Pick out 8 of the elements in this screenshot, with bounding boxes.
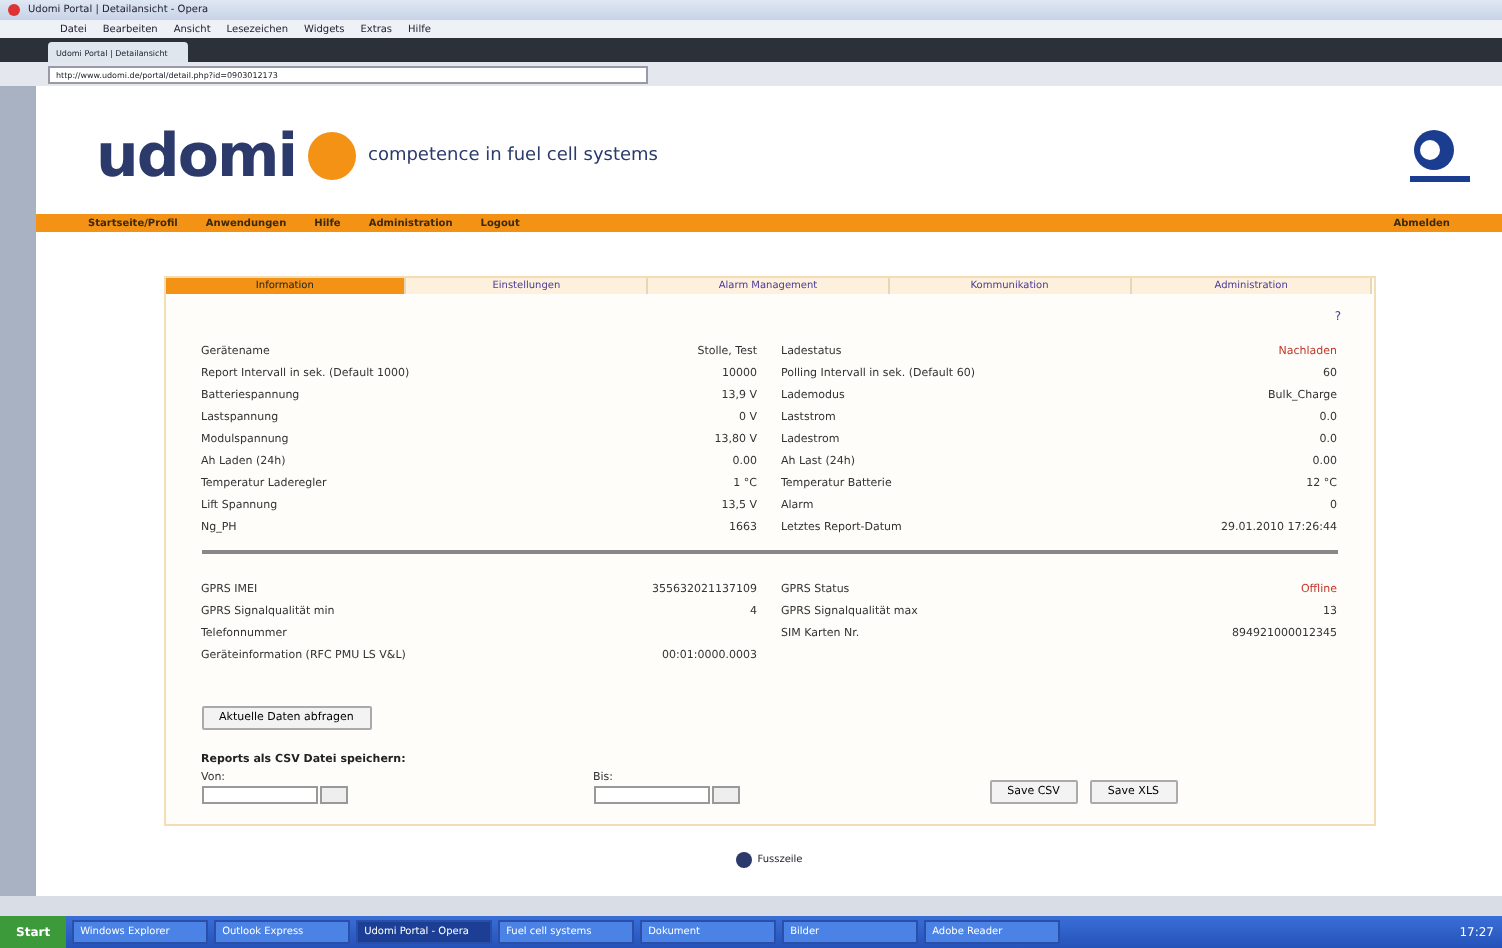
browser-icon <box>8 4 20 16</box>
date-field[interactable] <box>593 786 709 804</box>
logo-text: udomi <box>96 121 296 191</box>
tagline: competence in fuel cell systems <box>368 146 658 166</box>
date-field[interactable] <box>201 786 317 804</box>
date-picker-button[interactable] <box>711 786 739 804</box>
logo-dot-icon <box>308 132 356 180</box>
date-picker-button[interactable] <box>319 786 347 804</box>
